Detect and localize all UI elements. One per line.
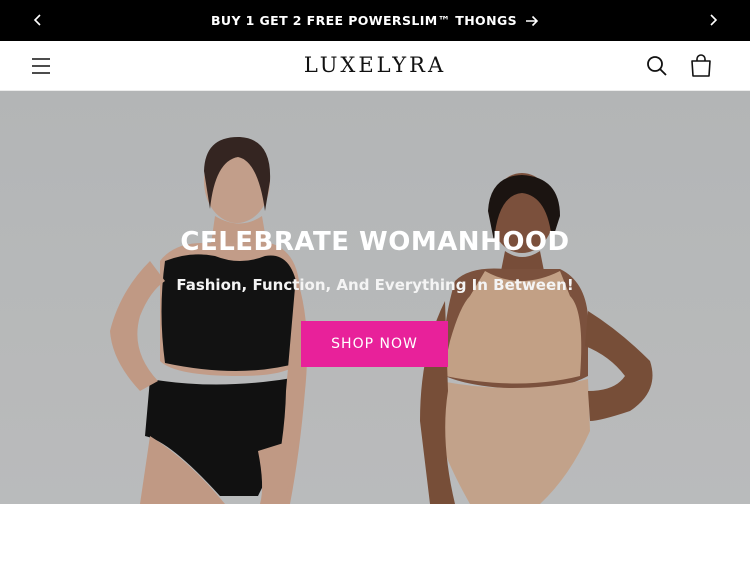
cart-button[interactable]	[688, 53, 714, 79]
chevron-right-icon	[710, 14, 718, 26]
hero-overlay	[0, 91, 750, 504]
chevron-left-icon	[33, 14, 41, 26]
hero-banner: CELEBRATE WOMANHOOD Fashion, Function, A…	[0, 91, 750, 504]
logo: LUXELYRA	[303, 53, 447, 77]
announcement-bar: BUY 1 GET 2 FREE POWERSLIM™ THONGS	[0, 0, 750, 41]
announcement-prev-button[interactable]	[28, 10, 48, 30]
announcement-link[interactable]: BUY 1 GET 2 FREE POWERSLIM™ THONGS	[211, 13, 539, 28]
hero-title: CELEBRATE WOMANHOOD	[180, 227, 570, 257]
shopping-bag-icon	[691, 54, 711, 77]
shop-now-button[interactable]: SHOP NOW	[301, 321, 448, 367]
content-area	[0, 504, 750, 563]
arrow-right-icon	[526, 15, 539, 26]
site-header: LUXELYRA	[0, 41, 750, 91]
announcement-text: BUY 1 GET 2 FREE POWERSLIM™ THONGS	[210, 13, 518, 28]
hero-subtitle: Fashion, Function, And Everything In Bet…	[176, 276, 574, 294]
search-button[interactable]	[645, 54, 669, 78]
announcement-next-button[interactable]	[703, 10, 723, 30]
search-icon	[647, 56, 667, 76]
